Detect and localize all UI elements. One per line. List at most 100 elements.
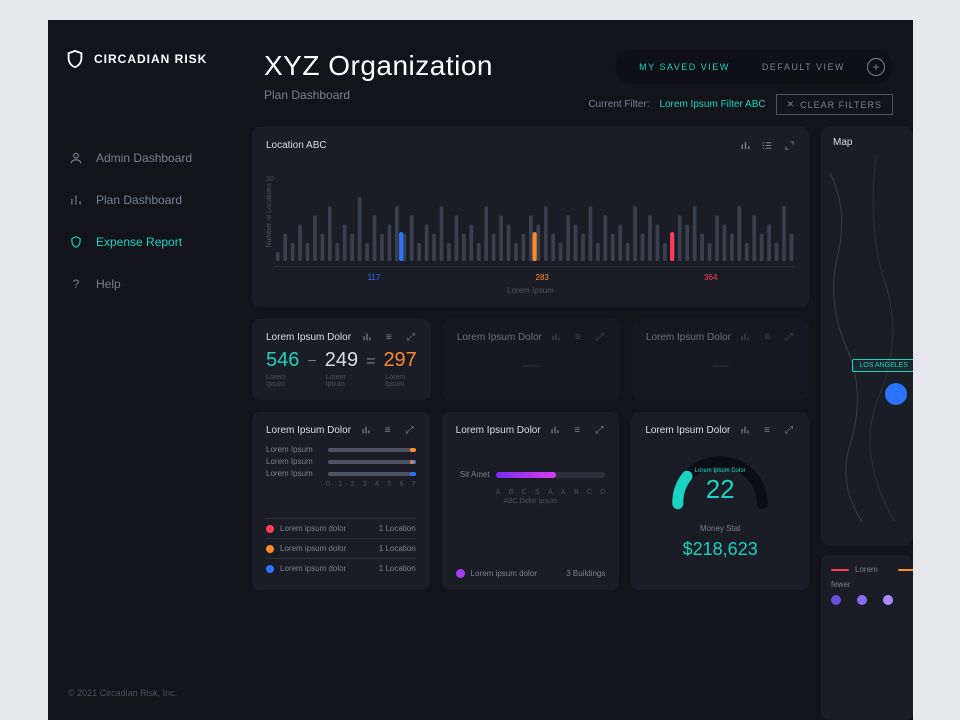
chart-icon[interactable]	[739, 139, 751, 151]
dot-icon	[266, 565, 274, 573]
chart-icon[interactable]	[739, 331, 751, 343]
expand-icon[interactable]: ⤢	[783, 331, 795, 343]
card-dim-a: Lorem Ipsum Dolor ≡ ⤢ —	[443, 319, 620, 400]
dot-icon	[456, 569, 465, 578]
tick: 5	[387, 481, 391, 488]
chart-icon[interactable]	[739, 424, 751, 436]
chart-icon[interactable]	[360, 424, 372, 436]
list-icon[interactable]: ≡	[572, 331, 584, 343]
legend-right: 1 Location	[379, 524, 416, 533]
side-column: Map LOS ANGELES Lorem fewer	[821, 127, 913, 720]
list-icon[interactable]: ≡	[761, 424, 773, 436]
money-label: Money Stat	[700, 524, 740, 533]
calc-op: −	[307, 353, 316, 371]
x-marker-1: 117	[368, 273, 381, 282]
brand-logo: CIRCADIAN RISK	[48, 48, 244, 100]
dot-icon	[857, 595, 867, 605]
expand-icon[interactable]: ⤢	[594, 331, 606, 343]
map-card[interactable]: Map LOS ANGELES	[821, 127, 913, 545]
card-dim-b: Lorem Ipsum Dolor ≡ ⤢ —	[632, 319, 809, 400]
expand-icon[interactable]	[783, 139, 795, 151]
x-marker-3: 364	[704, 273, 717, 282]
bars-icon	[68, 192, 84, 208]
header-right: MY SAVED VIEW DEFAULT VIEW + Current Fil…	[588, 50, 893, 115]
card-title: Location ABC	[266, 140, 327, 151]
filter-value[interactable]: Lorem Ipsum Filter ABC	[659, 99, 765, 110]
card-actions	[739, 139, 795, 151]
expand-icon[interactable]: ⤢	[404, 424, 416, 436]
map-city-badge[interactable]: LOS ANGELES	[852, 359, 913, 372]
ml-dots	[831, 595, 903, 605]
clear-filters-label: CLEAR FILTERS	[800, 100, 882, 110]
tick: S	[535, 489, 540, 496]
gauge: Lorem Ipsum Dolor 22 Money Stat $218,623	[645, 446, 795, 560]
hbar-label: Lorem Ipsum	[266, 469, 322, 478]
sidebar-item-label: Admin Dashboard	[96, 151, 192, 165]
list-icon[interactable]: ≡	[383, 331, 395, 343]
tick: 4	[375, 481, 379, 488]
tick: 2	[351, 481, 355, 488]
card-title: Lorem Ipsum Dolor	[456, 425, 541, 436]
card-hbar: Lorem Ipsum Dolor ≡ ⤢ Lorem Ipsum Lorem …	[252, 412, 430, 590]
expand-icon[interactable]: ⤢	[405, 331, 417, 343]
expand-icon[interactable]: ⤢	[593, 424, 605, 436]
ml-label: Lorem	[855, 565, 878, 574]
legend-right: 1 Location	[379, 544, 416, 553]
header-left: XYZ Organization Plan Dashboard	[264, 50, 493, 102]
tick: 7	[412, 481, 416, 488]
tick: 1	[338, 481, 342, 488]
map-title: Map	[821, 127, 913, 158]
list-icon[interactable]: ≡	[382, 424, 394, 436]
legend-text: Lorem ipsum dolor	[280, 564, 346, 573]
sidebar-item-help[interactable]: ? Help	[48, 266, 244, 302]
sidebar-item-plan[interactable]: Plan Dashboard	[48, 182, 244, 218]
tick: A	[548, 489, 553, 496]
legend-row: Lorem ipsum dolor1 Location	[266, 538, 416, 558]
stats-row: Lorem Ipsum Dolor ≡ ⤢ 546 − 249	[252, 319, 809, 400]
app-shell: CIRCADIAN RISK Admin Dashboard Plan Dash…	[48, 20, 913, 720]
tab-my-saved-view[interactable]: MY SAVED VIEW	[623, 54, 746, 80]
tick: C	[587, 489, 592, 496]
page-subtitle: Plan Dashboard	[264, 88, 493, 102]
list-icon[interactable]: ≡	[571, 424, 583, 436]
chart-icon[interactable]	[549, 424, 561, 436]
calc-sub2: Lorem Ipsum	[326, 374, 358, 388]
view-tabs: MY SAVED VIEW DEFAULT VIEW +	[615, 50, 893, 84]
calc-values: 546 − 249 = 297	[266, 349, 417, 372]
money-value: $218,623	[683, 539, 758, 560]
list-icon[interactable]	[761, 139, 773, 151]
x-marker-2: 283	[536, 273, 549, 282]
legend-line-icon	[831, 569, 849, 571]
tick: 6	[400, 481, 404, 488]
list-icon[interactable]: ≡	[761, 331, 773, 343]
shield-icon	[68, 234, 84, 250]
legend-text: Lorem ipsum dolor	[280, 524, 346, 533]
chart-icon[interactable]	[550, 331, 562, 343]
card-title: Lorem Ipsum Dolor	[646, 332, 731, 343]
legend-right: 1 Location	[379, 564, 416, 573]
map-pin[interactable]	[885, 383, 907, 405]
sidebar-item-label: Expense Report	[96, 235, 182, 249]
tick: B	[509, 489, 514, 496]
gauge-value: 22	[665, 474, 775, 505]
x-markers: 117 283 364	[290, 273, 795, 282]
legend-right: 3 Buildings	[566, 569, 605, 578]
map-bg	[821, 155, 913, 523]
legend-text: Lorem ipsum dolor	[471, 569, 537, 578]
bars-svg	[274, 157, 795, 261]
expand-icon[interactable]: ⤢	[783, 424, 795, 436]
hbar-label: Lorem Ipsum	[266, 457, 322, 466]
dot-icon	[883, 595, 893, 605]
card-gauge: Lorem Ipsum Dolor ≡ ⤢	[631, 412, 809, 590]
clear-filters-button[interactable]: ✕ CLEAR FILTERS	[776, 94, 893, 115]
sidebar-item-expense[interactable]: Expense Report	[48, 224, 244, 260]
add-view-button[interactable]: +	[867, 58, 885, 76]
calc-v2: 249	[325, 349, 358, 372]
dot-icon	[266, 525, 274, 533]
placeholder-dash: —	[646, 357, 795, 375]
tick: A	[496, 489, 501, 496]
chart-icon[interactable]	[361, 331, 373, 343]
sidebar-item-admin[interactable]: Admin Dashboard	[48, 140, 244, 176]
tab-default-view[interactable]: DEFAULT VIEW	[746, 54, 861, 80]
purple-bar-fill	[496, 472, 556, 478]
